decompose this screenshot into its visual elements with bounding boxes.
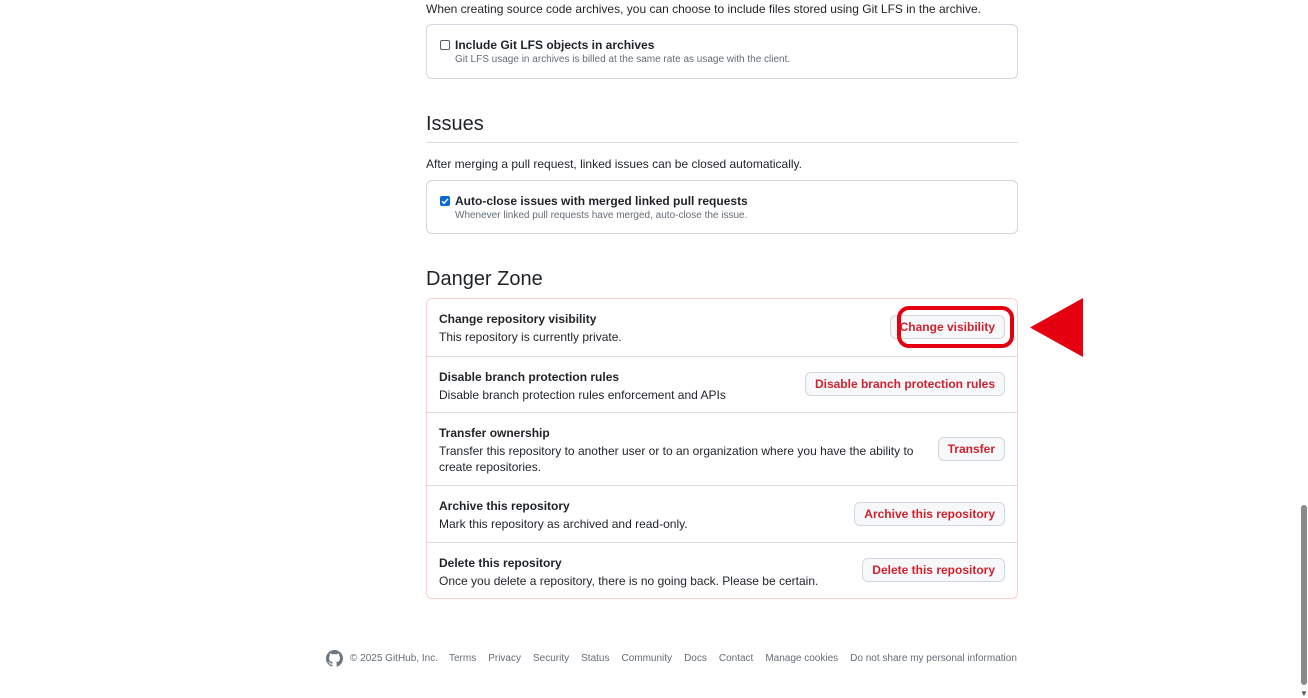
github-mark-icon[interactable] <box>326 649 343 667</box>
danger-row-branch-protection: Disable branch protection rules Disable … <box>427 356 1017 412</box>
issues-divider <box>426 142 1018 143</box>
checkmark-icon <box>441 198 449 205</box>
archive-description: Mark this repository as archived and rea… <box>439 517 688 531</box>
branch-protection-description: Disable branch protection rules enforcem… <box>439 388 726 402</box>
include-lfs-note: Git LFS usage in archives is billed at t… <box>455 54 791 65</box>
archives-option-box: Include Git LFS objects in archives Git … <box>426 24 1018 79</box>
archives-intro: When creating source code archives, you … <box>426 2 981 16</box>
include-lfs-option[interactable]: Include Git LFS objects in archives Git … <box>440 38 790 65</box>
footer-link-do-not-share[interactable]: Do not share my personal information <box>850 653 1017 664</box>
scrollbar-thumb[interactable] <box>1301 505 1307 685</box>
footer-link-status[interactable]: Status <box>581 653 609 664</box>
scroll-down-arrow-icon[interactable]: ▼ <box>1300 689 1308 698</box>
danger-row-visibility: Change repository visibility This reposi… <box>427 299 1017 356</box>
footer-link-privacy[interactable]: Privacy <box>488 653 521 664</box>
footer-copyright: © 2025 GitHub, Inc. <box>350 652 438 664</box>
transfer-title: Transfer ownership <box>439 426 550 440</box>
footer-link-contact[interactable]: Contact <box>719 653 753 664</box>
issues-description: After merging a pull request, linked iss… <box>426 157 802 171</box>
footer-link-community[interactable]: Community <box>621 653 672 664</box>
delete-title: Delete this repository <box>439 556 562 570</box>
page-scrollbar[interactable]: ▼ <box>1300 0 1308 698</box>
issues-option-box: Auto-close issues with merged linked pul… <box>426 180 1018 234</box>
danger-zone-heading: Danger Zone <box>426 268 543 290</box>
visibility-description: This repository is currently private. <box>439 330 622 344</box>
footer: © 2025 GitHub, Inc. Terms Privacy Securi… <box>326 648 1029 668</box>
danger-zone-box: Change repository visibility This reposi… <box>426 298 1018 599</box>
issues-heading: Issues <box>426 113 484 135</box>
footer-link-manage-cookies[interactable]: Manage cookies <box>765 653 838 664</box>
footer-link-security[interactable]: Security <box>533 653 569 664</box>
auto-close-checkbox[interactable] <box>440 196 450 206</box>
archive-title: Archive this repository <box>439 499 570 513</box>
footer-link-terms[interactable]: Terms <box>449 653 476 664</box>
disable-branch-protection-button[interactable]: Disable branch protection rules <box>804 372 1005 396</box>
footer-link-docs[interactable]: Docs <box>684 653 707 664</box>
auto-close-label[interactable]: Auto-close issues with merged linked pul… <box>455 194 748 208</box>
auto-close-option[interactable]: Auto-close issues with merged linked pul… <box>440 194 748 221</box>
change-visibility-button[interactable]: Change visibility <box>889 315 1005 339</box>
danger-row-delete: Delete this repository Once you delete a… <box>427 542 1017 598</box>
archive-repository-button[interactable]: Archive this repository <box>854 502 1005 526</box>
danger-row-transfer: Transfer ownership Transfer this reposit… <box>427 412 1017 485</box>
annotation-arrow-icon <box>1030 298 1083 357</box>
delete-description: Once you delete a repository, there is n… <box>439 574 819 588</box>
transfer-button[interactable]: Transfer <box>937 437 1005 461</box>
branch-protection-title: Disable branch protection rules <box>439 370 620 384</box>
danger-row-archive: Archive this repository Mark this reposi… <box>427 485 1017 542</box>
include-lfs-checkbox[interactable] <box>440 40 450 50</box>
visibility-title: Change repository visibility <box>439 312 597 326</box>
delete-repository-button[interactable]: Delete this repository <box>862 558 1005 582</box>
transfer-description: Transfer this repository to another user… <box>439 444 914 474</box>
include-lfs-label[interactable]: Include Git LFS objects in archives <box>455 38 790 52</box>
auto-close-note: Whenever linked pull requests have merge… <box>455 210 748 221</box>
